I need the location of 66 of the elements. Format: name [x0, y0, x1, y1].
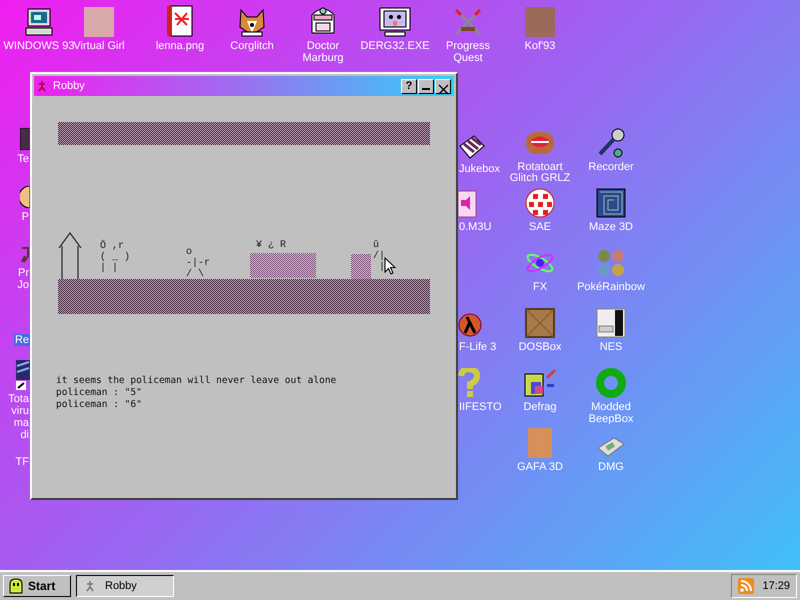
maze-icon[interactable] — [596, 188, 626, 218]
desktop-icon-label[interactable]: DERG32.EXE — [359, 40, 431, 52]
desktop-icon-label[interactable]: Glitch GRLZ — [508, 172, 572, 184]
defrag-blocks-icon[interactable] — [523, 368, 557, 398]
desktop-icon-label[interactable]: Progress Quest — [432, 40, 504, 64]
piano-keys-icon[interactable] — [458, 134, 486, 160]
dog-icon[interactable] — [237, 7, 267, 37]
desktop-icon-label[interactable]: Defrag — [522, 401, 558, 413]
monitor-face-icon[interactable] — [379, 7, 411, 37]
window-title: Robby — [53, 80, 85, 92]
checkered-ball-icon[interactable] — [525, 188, 555, 218]
desktop-icon-label[interactable]: lenna.png — [154, 40, 206, 52]
desktop-icon-label[interactable]: DOSBox — [518, 341, 562, 353]
log-line: policeman : "6" — [56, 399, 143, 411]
house-drawing — [58, 232, 82, 279]
desktop-icon-label[interactable]: Modded BeepBox — [573, 401, 649, 425]
desktop-icon-label[interactable]: Kof'93 — [524, 40, 556, 52]
desktop-icon-label[interactable]: Rotatoart — [516, 161, 564, 173]
crate-icon[interactable] — [525, 308, 555, 338]
desktop-icon-label[interactable]: IIFESTO — [458, 401, 503, 413]
desktop-icon-label[interactable]: Corglitch — [229, 40, 275, 52]
image-file-icon[interactable] — [165, 5, 195, 37]
microphone-icon[interactable] — [596, 128, 626, 158]
computer-icon[interactable] — [24, 7, 54, 37]
desktop-icon-label[interactable]: Pr Jo — [16, 267, 30, 291]
start-button[interactable]: Start — [3, 575, 71, 597]
audio-file-icon[interactable] — [458, 190, 478, 218]
desktop-icon-label[interactable]: SAE — [528, 221, 552, 233]
console-icon[interactable] — [596, 308, 626, 338]
ascii-character: o -|-r / \ — [186, 247, 210, 280]
ascii-character: Ō ,r ( _ ) | | — [100, 241, 130, 274]
desktop-icon-label[interactable]: PokéRainbow — [576, 281, 646, 293]
close-button[interactable] — [435, 78, 451, 94]
desktop-icon-label[interactable]: F-Life 3 — [458, 341, 498, 353]
minimize-button[interactable] — [418, 78, 434, 94]
ascii-character: û /| | — [373, 240, 386, 273]
ghost-icon — [8, 578, 24, 594]
desktop-icon-label[interactable]: TF — [14, 456, 30, 468]
desktop-icon-label[interactable]: Re — [14, 334, 30, 346]
handheld-icon[interactable] — [596, 436, 626, 458]
counter-block — [250, 253, 316, 278]
minimize-icon — [422, 88, 430, 90]
desktop-icon-label[interactable]: NES — [598, 341, 624, 353]
lambda-icon[interactable] — [458, 312, 484, 338]
avatar-icon[interactable] — [20, 186, 30, 208]
desktop-icon-label[interactable]: 0.M3U — [458, 221, 492, 233]
counter-items: ¥ ¿ R — [255, 240, 288, 251]
desktop-icon-label[interactable]: DMG — [597, 461, 625, 473]
crate-block — [351, 254, 371, 279]
log-line: it seems the policeman will never leave out alone — [56, 375, 338, 387]
close-icon — [438, 84, 448, 94]
clock-time: 17:29 — [762, 580, 790, 592]
taskbar-button[interactable]: Robby — [76, 575, 174, 597]
desktop-icon-label[interactable]: GAFA 3D — [516, 461, 564, 473]
desktop-icon-label[interactable]: Recorder — [587, 161, 635, 173]
desktop-icon-label[interactable]: Te — [16, 153, 30, 165]
desktop-icon-label[interactable]: P — [20, 211, 30, 223]
desktop-icon-label[interactable]: Jukebox — [458, 163, 501, 175]
desktop-icon-label[interactable]: Maze 3D — [588, 221, 634, 233]
desktop-icon-label[interactable]: Tota viru ma di — [7, 393, 30, 441]
mouse-cursor-icon — [384, 257, 396, 275]
shortcut-icon[interactable] — [16, 360, 30, 390]
desktop-icon-label[interactable]: Doctor Marburg — [287, 40, 359, 64]
log-line: policeman : "5" — [56, 387, 143, 399]
desktop-icon-label[interactable]: FX — [532, 281, 548, 293]
help-button[interactable]: ? — [401, 78, 417, 94]
